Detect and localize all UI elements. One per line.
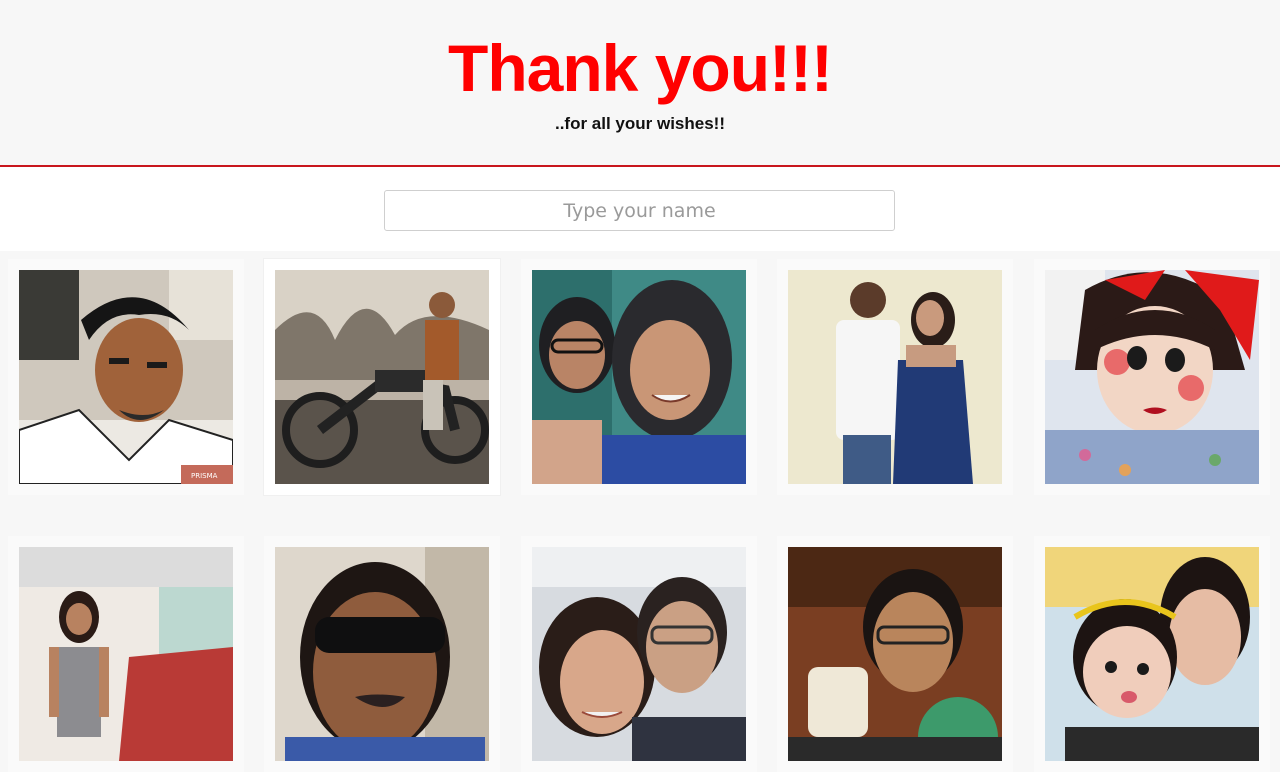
photo-card[interactable]: PRISMA — [8, 259, 244, 495]
search-bar — [0, 167, 1280, 251]
photo-thumbnail — [19, 547, 233, 761]
photo-thumbnail — [532, 270, 746, 484]
prisma-badge: PRISMA — [191, 472, 218, 480]
photo-thumbnail — [275, 270, 489, 484]
photo-thumbnail: PRISMA — [19, 270, 233, 484]
page-header: Thank you!!! ..for all your wishes!! — [0, 0, 1280, 167]
photo-card[interactable] — [777, 259, 1013, 495]
page-subtitle: ..for all your wishes!! — [554, 114, 726, 133]
photo-card[interactable] — [8, 536, 244, 772]
photo-card[interactable] — [521, 536, 757, 772]
photo-card[interactable] — [521, 259, 757, 495]
photo-card[interactable] — [1034, 536, 1270, 772]
photo-thumbnail — [532, 547, 746, 761]
photo-gallery: PRISMA — [0, 251, 1280, 772]
photo-card[interactable] — [1034, 259, 1270, 495]
photo-thumbnail — [1045, 270, 1259, 484]
page-title: Thank you!!! — [448, 31, 833, 105]
photo-thumbnail — [788, 547, 1002, 761]
photo-thumbnail — [788, 270, 1002, 484]
photo-card[interactable] — [777, 536, 1013, 772]
photo-thumbnail — [275, 547, 489, 761]
photo-card[interactable] — [264, 536, 500, 772]
photo-thumbnail — [1045, 547, 1259, 761]
photo-card[interactable] — [264, 259, 500, 495]
name-search-input[interactable] — [384, 190, 895, 231]
